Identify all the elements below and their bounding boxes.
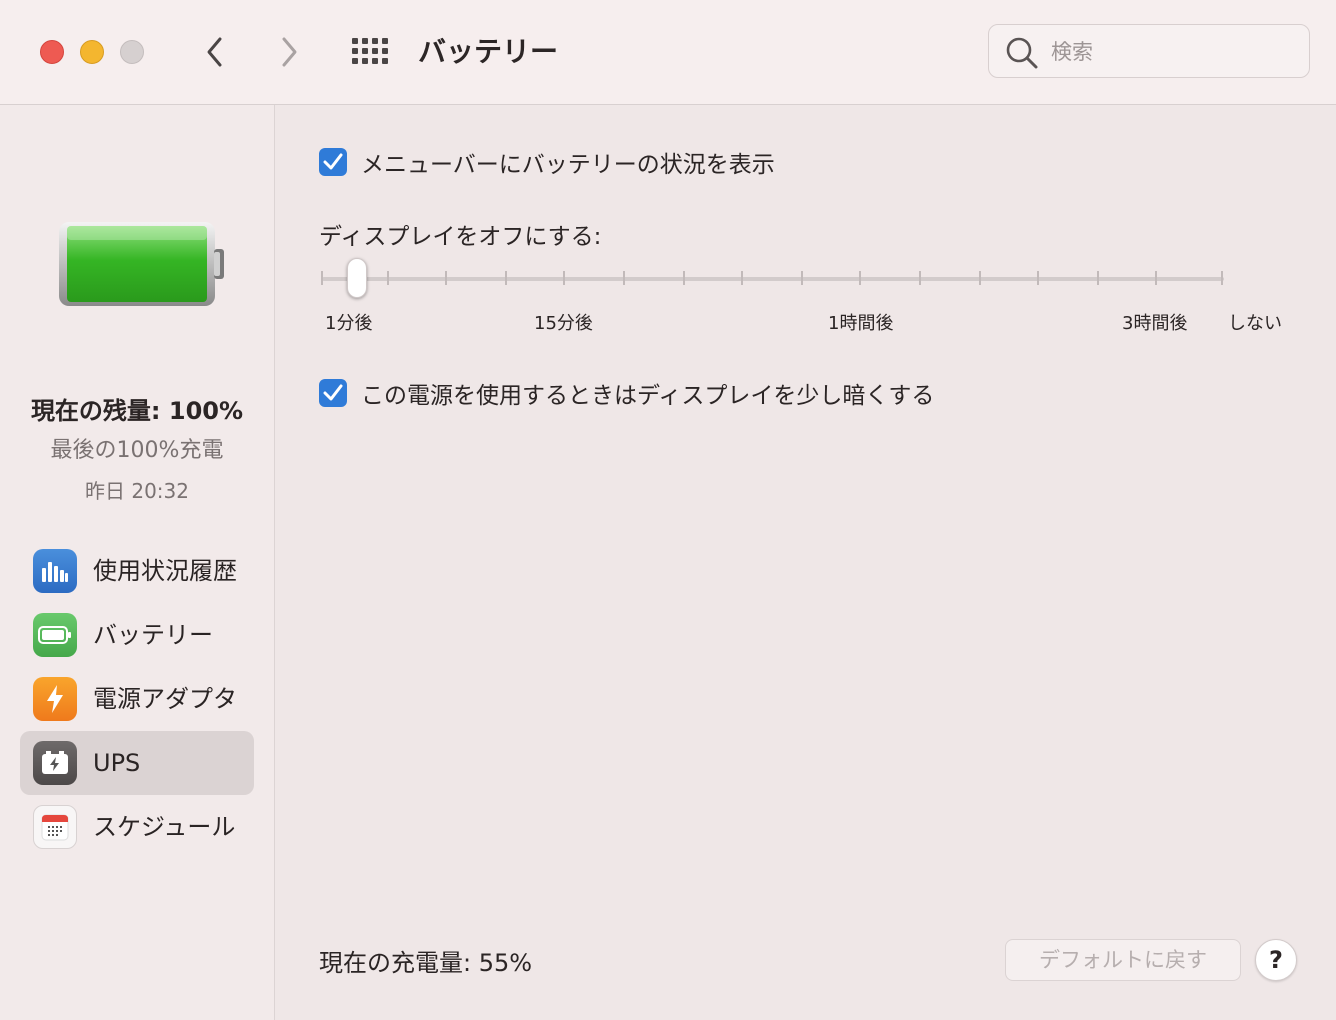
battery-icon <box>33 613 77 657</box>
sidebar-item-label: 使用状況履歴 <box>93 557 237 585</box>
checkmark-icon <box>323 384 343 401</box>
search-input[interactable] <box>1049 35 1293 69</box>
sidebar-item-power-adapter[interactable]: 電源アダプタ <box>20 667 254 731</box>
window-title: バッテリー <box>418 35 559 68</box>
sidebar-item-battery[interactable]: バッテリー <box>20 603 254 667</box>
sidebar-item-ups[interactable]: UPS <box>20 731 254 795</box>
display-off-label: ディスプレイをオフにする: <box>319 224 602 250</box>
slider-tick <box>1097 271 1099 285</box>
slider-tick-label: 1分後 <box>325 313 373 334</box>
usage-history-icon <box>33 549 77 593</box>
menubar-status-option: メニューバーにバッテリーの状況を表示 <box>319 145 775 179</box>
slider-tick-label: 15分後 <box>534 313 593 334</box>
slider-tick-label: 3時間後 <box>1122 313 1188 334</box>
slider-tick <box>387 271 389 285</box>
slider-tick <box>919 271 921 285</box>
schedule-icon <box>33 805 77 849</box>
battery-level-icon <box>59 222 224 306</box>
close-button[interactable] <box>40 40 64 64</box>
sidebar-nav: 使用状況履歴 バッテリー 電源アダプタ UPS スケジュール <box>20 539 254 859</box>
slider-track <box>322 277 1224 281</box>
menubar-status-label: メニューバーにバッテリーの状況を表示 <box>361 152 775 178</box>
back-button[interactable] <box>200 34 230 70</box>
sidebar-item-label: バッテリー <box>93 621 213 649</box>
slider-thumb[interactable] <box>347 258 367 298</box>
show-all-grid-icon[interactable] <box>352 38 390 66</box>
sidebar: 現在の残量: 100% 最後の100%充電 昨日 20:32 使用状況履歴 バッ… <box>0 105 275 1020</box>
search-field[interactable] <box>988 24 1310 78</box>
slider-tick <box>1221 271 1223 285</box>
ups-icon <box>33 741 77 785</box>
dim-display-option: この電源を使用するときはディスプレイを少し暗くする <box>319 376 934 410</box>
chevron-left-icon <box>207 37 222 67</box>
sidebar-item-schedule[interactable]: スケジュール <box>20 795 254 859</box>
slider-tick-label: 1時間後 <box>828 313 894 334</box>
sidebar-item-label: 電源アダプタ <box>93 685 237 713</box>
slider-tick <box>563 271 565 285</box>
dim-display-label: この電源を使用するときはディスプレイを少し暗くする <box>361 383 935 409</box>
sidebar-item-label: スケジュール <box>93 813 236 841</box>
search-icon <box>1006 37 1038 69</box>
slider-tick <box>623 271 625 285</box>
help-button[interactable]: ? <box>1255 939 1297 981</box>
slider-tick <box>1037 271 1039 285</box>
slider-tick <box>683 271 685 285</box>
dim-display-checkbox[interactable] <box>319 379 347 407</box>
slider-tick <box>979 271 981 285</box>
slider-tick <box>741 271 743 285</box>
checkmark-icon <box>323 153 343 170</box>
display-off-slider[interactable] <box>319 255 1227 303</box>
last-full-charge-time: 昨日 20:32 <box>85 479 189 503</box>
slider-tick-label: しない <box>1228 313 1282 334</box>
title-bar: バッテリー <box>0 0 1336 105</box>
slider-tick <box>505 271 507 285</box>
forward-button[interactable] <box>274 34 304 70</box>
current-charge-text: 現在の充電量: 55% <box>319 949 533 977</box>
sidebar-item-label: UPS <box>93 749 141 777</box>
slider-tick <box>859 271 861 285</box>
slider-tick <box>445 271 447 285</box>
power-adapter-icon <box>33 677 77 721</box>
slider-tick <box>321 271 323 285</box>
last-full-charge-text: 最後の100%充電 <box>50 438 224 463</box>
sidebar-item-usage-history[interactable]: 使用状況履歴 <box>20 539 254 603</box>
main-pane: メニューバーにバッテリーの状況を表示 ディスプレイをオフにする: 1分後 15分… <box>275 105 1336 1020</box>
restore-defaults-button[interactable]: デフォルトに戻す <box>1005 939 1241 981</box>
preferences-window: バッテリー 検索 現在の残量: 100% 最後の100%充電 昨日 20:32 … <box>0 0 1336 1020</box>
menubar-status-checkbox[interactable] <box>319 148 347 176</box>
chevron-right-icon <box>282 37 297 67</box>
current-level-text: 現在の残量: 100% <box>30 397 244 425</box>
slider-tick <box>801 271 803 285</box>
minimize-button[interactable] <box>80 40 104 64</box>
zoom-button[interactable] <box>120 40 144 64</box>
slider-tick <box>1155 271 1157 285</box>
